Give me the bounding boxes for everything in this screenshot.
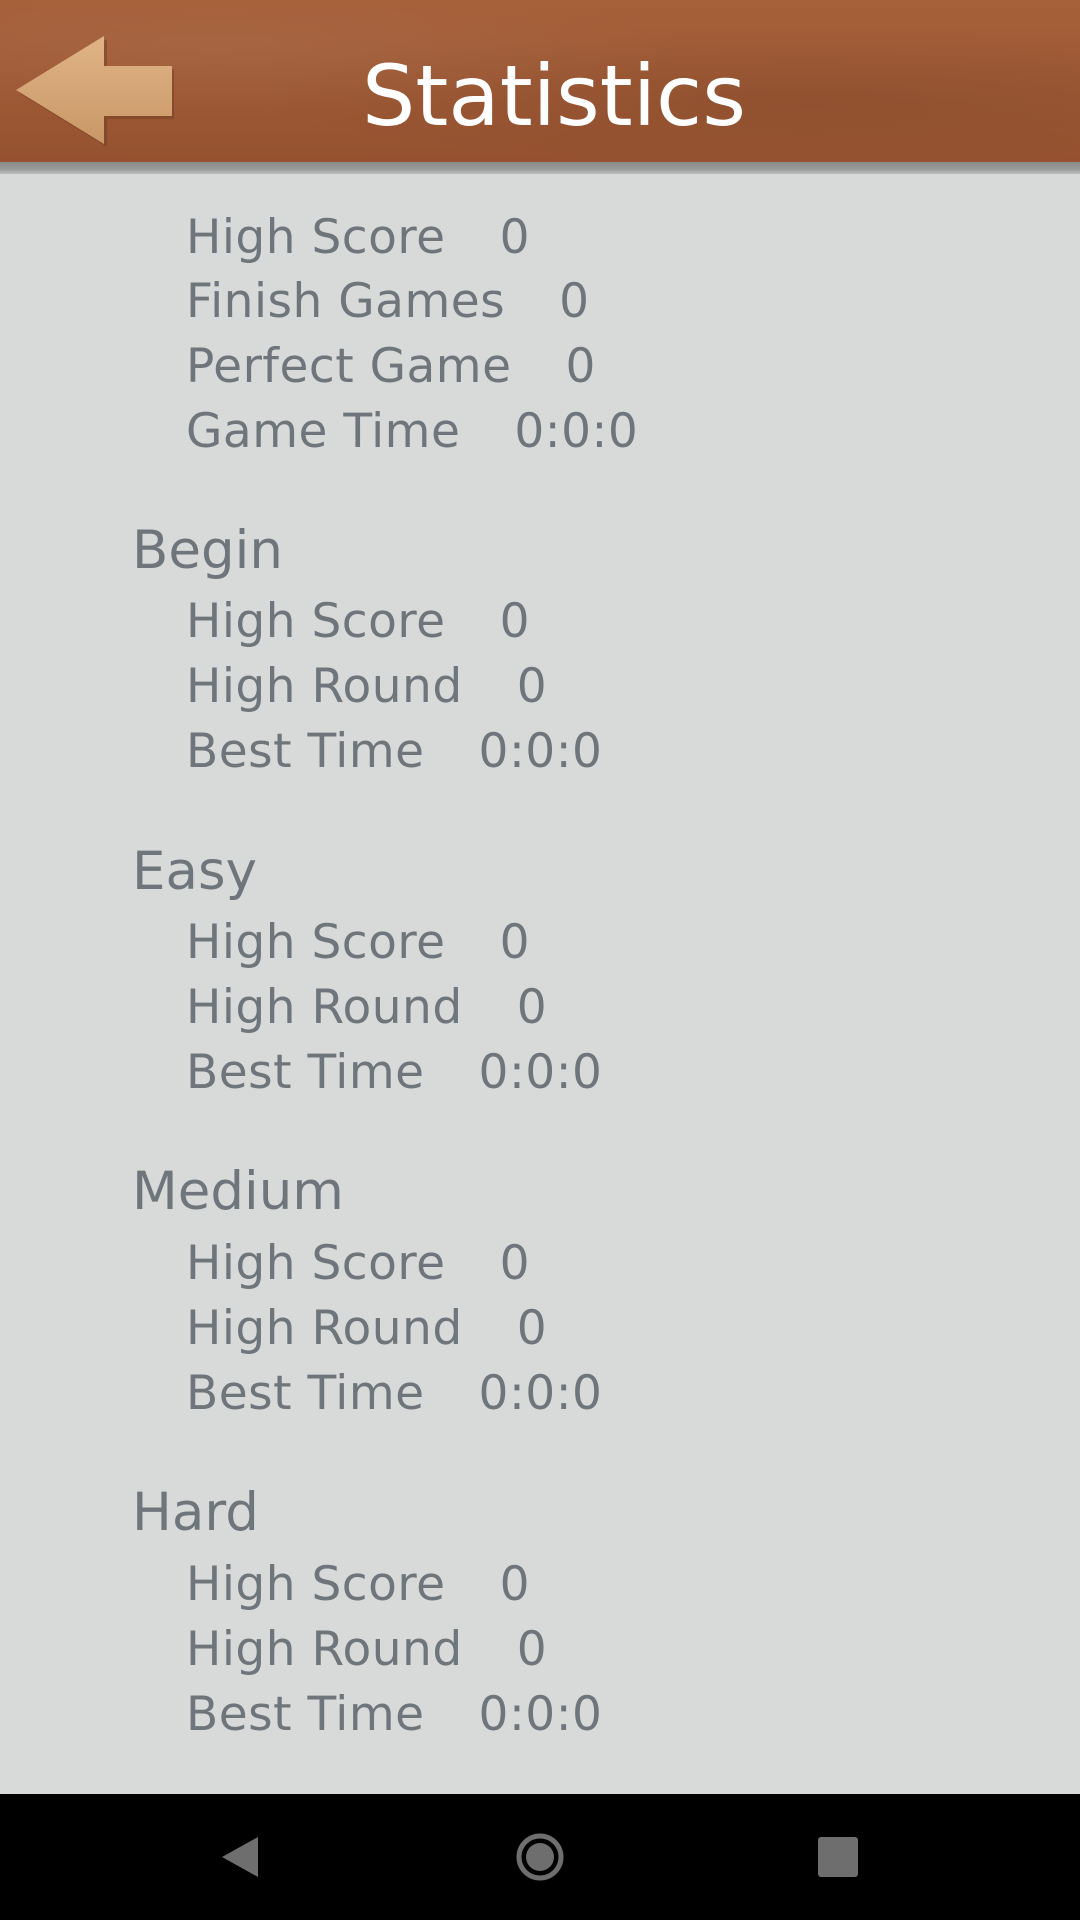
medium-high-round-row: High Round 0 <box>186 1299 547 1359</box>
stat-value: 0 <box>499 915 531 970</box>
overall-high-score-row: High Score 0 <box>186 208 530 268</box>
section-title-hard: Hard <box>132 1482 259 1543</box>
overall-game-time-row: Game Time 0:0:0 <box>186 402 638 462</box>
nav-home-icon <box>516 1833 564 1881</box>
begin-best-time-row: Best Time 0:0:0 <box>186 722 602 782</box>
easy-best-time-row: Best Time 0:0:0 <box>186 1043 602 1103</box>
overall-finish-games-row: Finish Games 0 <box>186 272 590 332</box>
stat-value: 0:0:0 <box>478 1366 603 1421</box>
section-title-medium: Medium <box>132 1161 344 1222</box>
stat-label: Finish Games <box>186 274 506 329</box>
stat-label: High Round <box>186 1301 463 1356</box>
begin-high-score-row: High Score 0 <box>186 592 530 652</box>
nav-recents-button[interactable] <box>778 1794 898 1920</box>
stat-value: 0 <box>516 1622 548 1677</box>
stat-label: High Round <box>186 659 463 714</box>
stat-label: High Score <box>186 210 446 265</box>
stat-value: 0 <box>516 659 548 714</box>
easy-high-score-row: High Score 0 <box>186 913 530 973</box>
nav-recents-icon <box>818 1837 858 1877</box>
stat-value: 0:0:0 <box>514 404 639 459</box>
medium-high-score-row: High Score 0 <box>186 1234 530 1294</box>
stat-value: 0 <box>499 1236 531 1291</box>
stat-value: 0:0:0 <box>478 724 603 779</box>
stat-value: 0 <box>499 594 531 649</box>
overall-perfect-game-row: Perfect Game 0 <box>186 337 596 397</box>
nav-home-button[interactable] <box>480 1794 600 1920</box>
section-title-begin: Begin <box>132 520 283 581</box>
stat-value: 0 <box>559 274 590 329</box>
easy-high-round-row: High Round 0 <box>186 978 547 1038</box>
stat-label: High Score <box>186 1557 446 1612</box>
begin-high-round-row: High Round 0 <box>186 657 547 717</box>
stat-label: High Round <box>186 1622 463 1677</box>
stat-label: Best Time <box>186 724 425 779</box>
hard-high-round-row: High Round 0 <box>186 1620 547 1680</box>
nav-back-icon <box>222 1837 258 1877</box>
stat-value: 0 <box>516 1301 548 1356</box>
statistics-list: High Score 0 Finish Games 0 Perfect Game 0 … <box>0 174 1080 1794</box>
system-navigation-bar <box>0 1794 1080 1920</box>
stat-value: 0:0:0 <box>478 1687 603 1742</box>
stat-value: 0 <box>499 210 531 265</box>
stat-label: High Score <box>186 594 446 649</box>
stat-label: High Score <box>186 915 446 970</box>
stat-value: 0 <box>499 1557 531 1612</box>
stat-label: Best Time <box>186 1366 425 1421</box>
stat-value: 0:0:0 <box>478 1045 603 1100</box>
hard-best-time-row: Best Time 0:0:0 <box>186 1685 602 1745</box>
medium-best-time-row: Best Time 0:0:0 <box>186 1364 602 1424</box>
page-title: Statistics <box>362 47 746 145</box>
stat-label: Best Time <box>186 1687 425 1742</box>
stat-value: 0 <box>565 339 596 394</box>
stat-label: Perfect Game <box>186 339 512 394</box>
stat-label: High Round <box>186 980 463 1035</box>
hard-high-score-row: High Score 0 <box>186 1555 530 1615</box>
stat-label: High Score <box>186 1236 446 1291</box>
stat-value: 0 <box>516 980 548 1035</box>
stat-label: Game Time <box>186 404 461 459</box>
header-divider <box>0 162 1080 174</box>
nav-back-button[interactable] <box>180 1794 300 1920</box>
section-title-easy: Easy <box>132 841 257 902</box>
stat-label: Best Time <box>186 1045 425 1100</box>
